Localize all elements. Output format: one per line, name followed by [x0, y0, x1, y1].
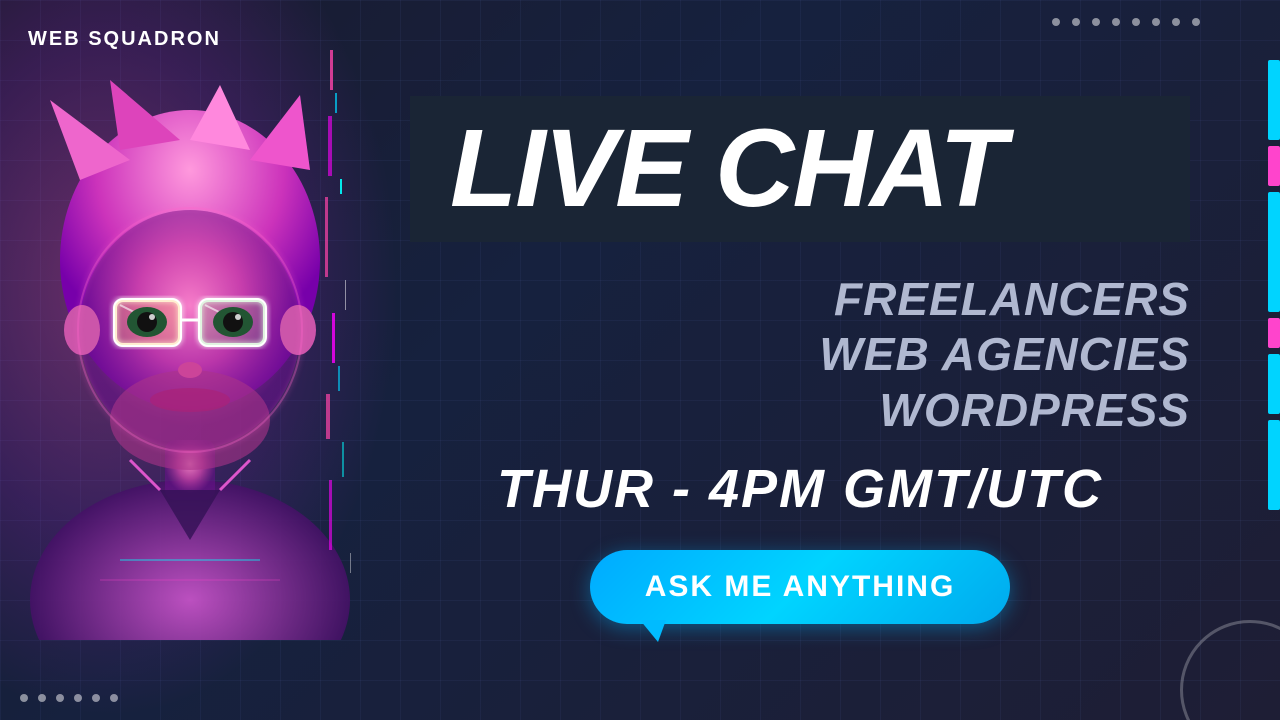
schedule-text: THUR - 4PM GMT/UTC [410, 458, 1190, 520]
glitch-line [328, 116, 332, 176]
topic-web-agencies: WEB AGENCIES [410, 327, 1190, 382]
glitch-line [330, 50, 333, 90]
glitch-lines-container [320, 0, 360, 720]
topic-wordpress: WORDPRESS [410, 383, 1190, 438]
glitch-line [350, 553, 351, 573]
character-section [0, 0, 400, 720]
character-illustration [20, 80, 360, 640]
glitch-line [338, 366, 340, 391]
brand-name: WEB SQUADRON [28, 28, 221, 51]
cta-container: ASK ME ANYTHING [410, 550, 1190, 624]
glitch-line [325, 197, 328, 277]
glitch-line [342, 442, 344, 477]
topic-freelancers: FREELANCERS [410, 272, 1190, 327]
glitch-line [335, 93, 337, 113]
glitch-line [329, 480, 332, 550]
glitch-line [326, 394, 330, 439]
main-container: WEB SQUADRON LIVE CHAT FREELANCERS WEB A… [0, 0, 1280, 720]
main-title: LIVE CHAT [450, 114, 1150, 224]
glitch-line [332, 313, 335, 363]
live-chat-banner: LIVE CHAT [410, 96, 1190, 242]
ask-me-anything-button[interactable]: ASK ME ANYTHING [590, 550, 1011, 624]
topics-list: FREELANCERS WEB AGENCIES WORDPRESS [410, 272, 1190, 438]
glitch-line [345, 280, 346, 310]
glitch-line [340, 179, 342, 194]
content-section: LIVE CHAT FREELANCERS WEB AGENCIES WORDP… [370, 0, 1280, 720]
